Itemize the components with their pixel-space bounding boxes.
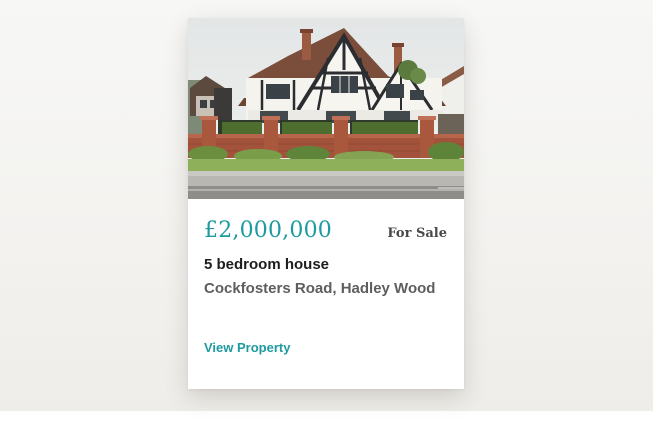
price: £2,000,000 [204,218,332,243]
property-photo[interactable] [188,18,464,199]
property-card: £2,000,000 For Sale 5 bedroom house Cock… [188,18,464,389]
status-badge: For Sale [387,226,447,241]
view-property-link[interactable]: View Property [204,340,290,355]
property-address: Cockfosters Road, Hadley Wood [204,280,436,297]
property-title: 5 bedroom house [204,256,330,273]
